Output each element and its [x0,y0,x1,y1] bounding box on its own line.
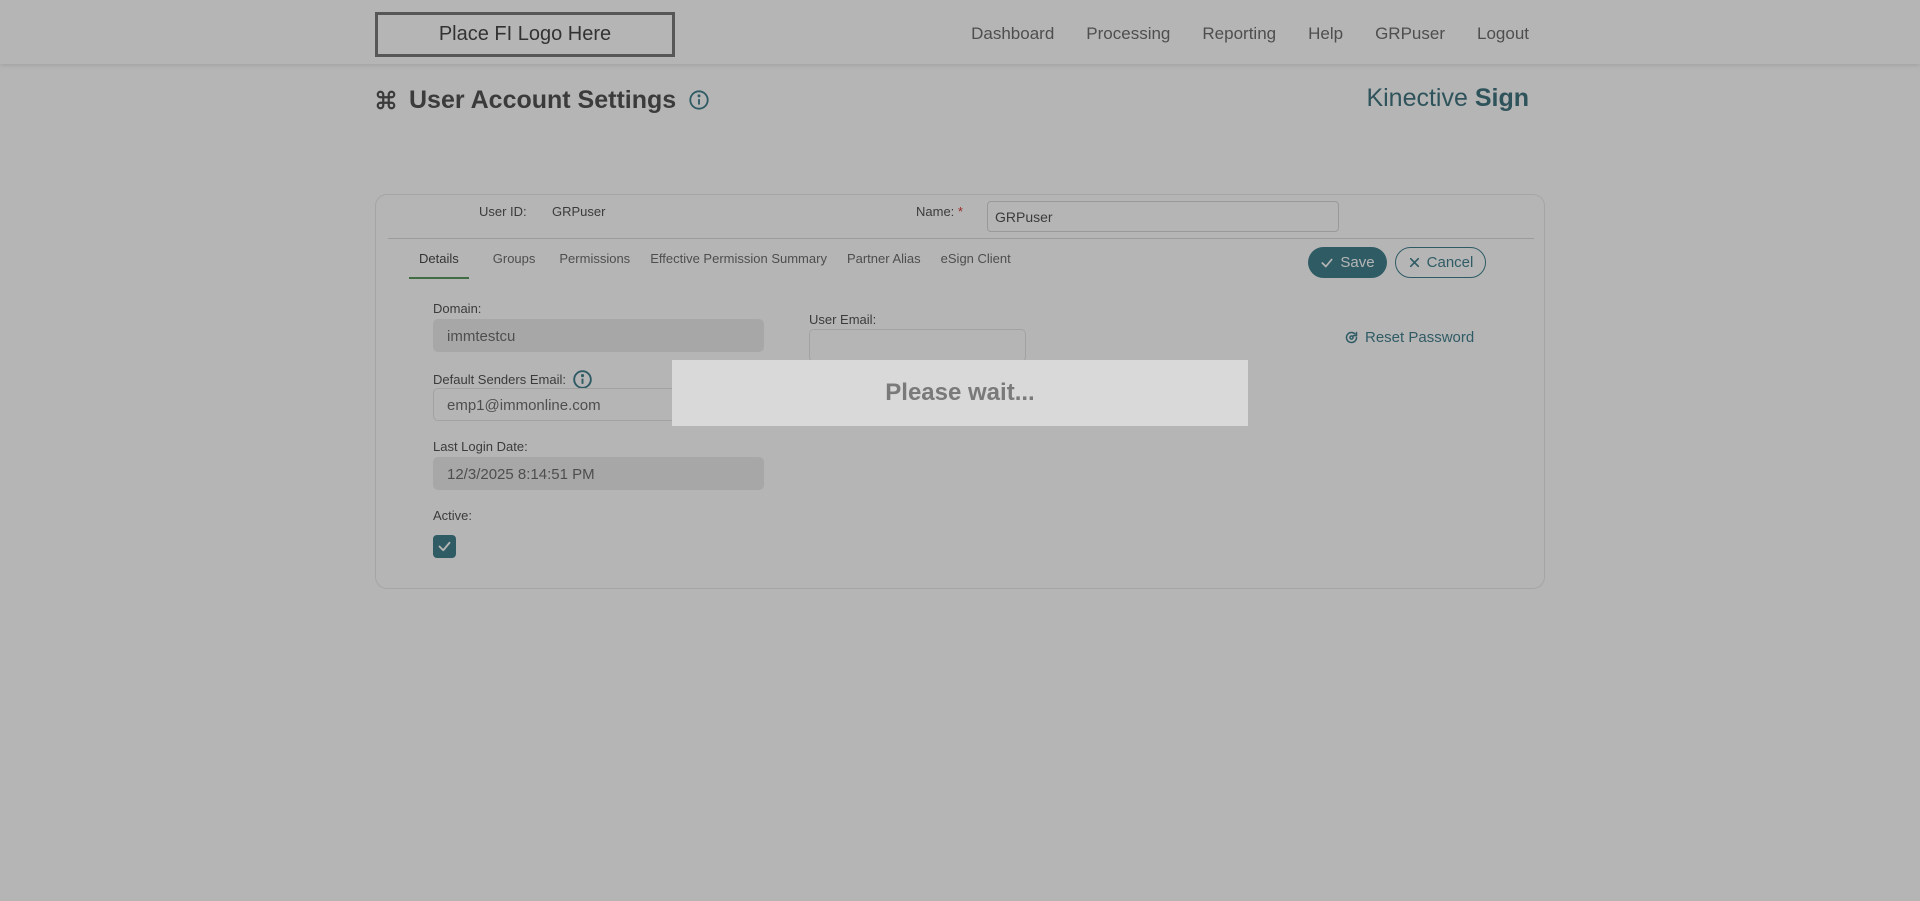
please-wait-dialog: Please wait... [672,360,1248,426]
loading-overlay [0,0,1920,901]
